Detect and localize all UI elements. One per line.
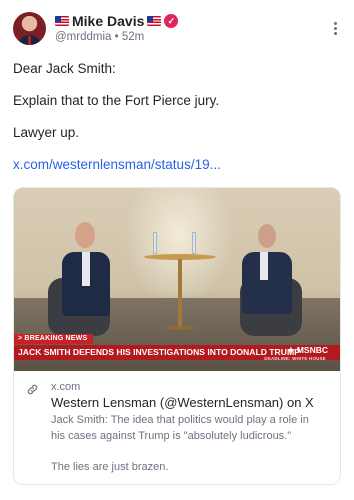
water-bottle [192, 232, 196, 254]
table-base [164, 326, 196, 330]
right-speaker-head [258, 224, 276, 248]
network-logo: ✦ MSNBC [287, 345, 328, 356]
card-title[interactable]: Western Lensman (@WesternLensman) on X [51, 395, 314, 410]
author-meta: @mrddmia • 52m [55, 31, 144, 43]
post-line: Lawyer up. [13, 125, 80, 140]
water-bottle [153, 232, 157, 254]
verified-badge-icon: ✓ [164, 14, 179, 28]
author-name[interactable]: Mike Davis [72, 13, 144, 29]
breaking-news-label: > BREAKING NEWS [14, 334, 94, 344]
us-flag-icon [55, 16, 69, 26]
author-handle[interactable]: @mrddmia [55, 31, 111, 43]
link-preview-card[interactable]: > BREAKING NEWS JACK SMITH DEFENDS HIS I… [13, 187, 341, 485]
post-line: Explain that to the Fort Pierce jury. [13, 93, 220, 108]
us-flag-icon [147, 16, 162, 26]
post-link[interactable]: x.com/westernlensman/status/19... [13, 157, 221, 172]
avatar-tie [28, 36, 31, 45]
card-info: x.com Western Lensman (@WesternLensman) … [14, 371, 340, 484]
left-speaker-head [75, 222, 95, 248]
show-name: DEADLINE: WHITE HOUSE [264, 356, 326, 361]
author-name-row[interactable]: Mike Davis ✓ [55, 13, 179, 29]
avatar[interactable] [13, 12, 46, 45]
left-speaker-shirt [82, 252, 90, 286]
table-leg [178, 259, 182, 329]
network-name: MSNBC [296, 345, 328, 355]
right-speaker-shirt [260, 252, 268, 280]
post-body: Dear Jack Smith: Explain that to the For… [13, 61, 339, 189]
peacock-icon: ✦ [287, 345, 295, 355]
meta-separator: • [114, 31, 119, 43]
card-description-line: The lies are just brazen. [51, 460, 169, 473]
post-time[interactable]: 52m [122, 31, 144, 43]
preview-image[interactable]: > BREAKING NEWS JACK SMITH DEFENDS HIS I… [14, 188, 340, 371]
post-header: Mike Davis ✓ @mrddmia • 52m [13, 12, 341, 48]
card-description: Jack Smith: The idea that politics would… [51, 413, 321, 484]
post-line: Dear Jack Smith: [13, 61, 116, 76]
card-domain: x.com [51, 381, 81, 393]
link-icon [27, 384, 38, 395]
more-options-icon[interactable] [333, 22, 337, 37]
card-description-line: Jack Smith: The idea that politics would… [51, 414, 309, 442]
